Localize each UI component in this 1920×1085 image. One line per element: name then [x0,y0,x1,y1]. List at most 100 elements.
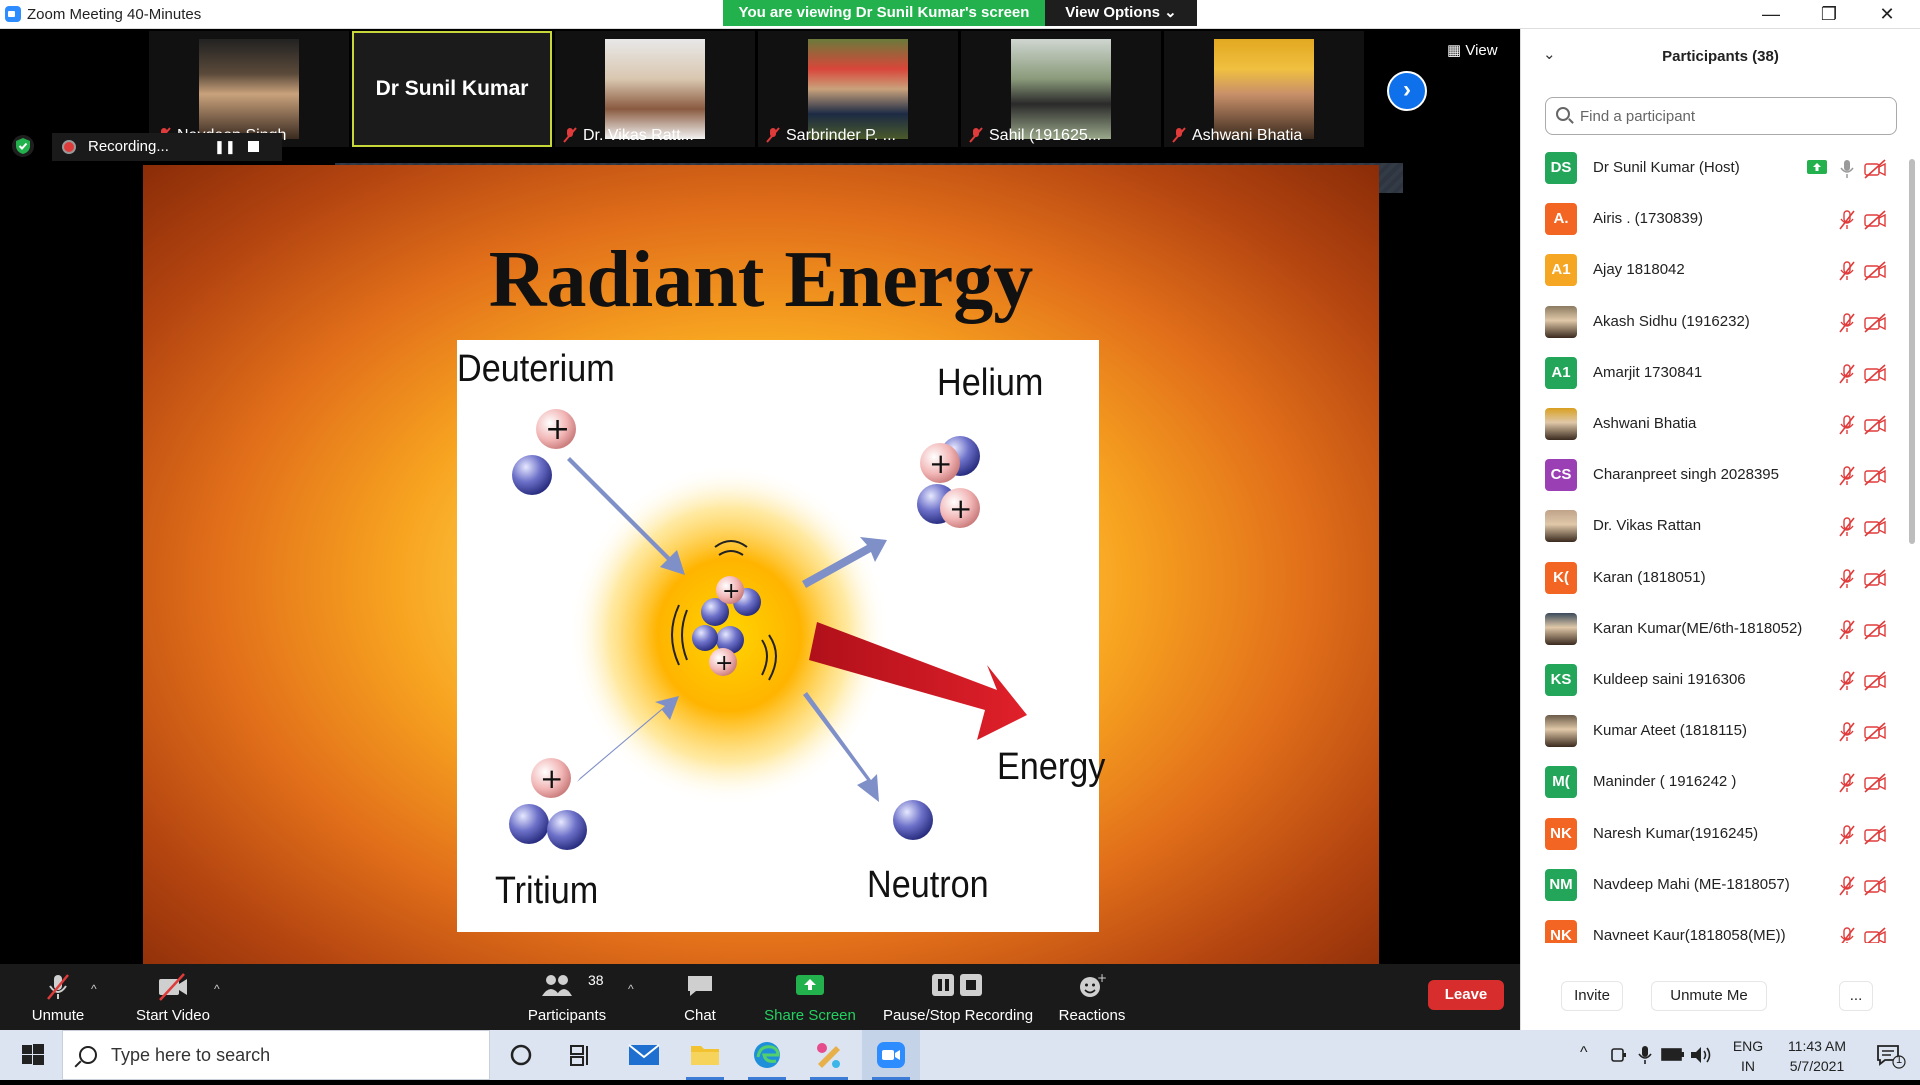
participants-options-caret-icon[interactable]: ^ [628,982,634,996]
chat-button[interactable]: Chat [670,964,730,1030]
next-page-arrow-icon[interactable]: › [1387,71,1427,111]
video-off-icon[interactable] [1863,876,1887,901]
unmute-button[interactable]: Unmute [18,964,98,1030]
participant-row[interactable]: Akash Sidhu (1916232) [1521,297,1906,348]
video-off-icon[interactable] [1863,261,1887,286]
video-off-icon[interactable] [1863,620,1887,645]
language-indicator[interactable]: ENG IN [1730,1038,1766,1074]
file-explorer-icon[interactable] [676,1030,734,1080]
participant-row[interactable]: M(Maninder ( 1916242 ) [1521,757,1906,808]
participant-row[interactable]: NK Naresh Kumar(1916245) [1521,809,1906,860]
participant-name: Dr Sunil Kumar [375,77,529,100]
video-thumbnail[interactable]: Dr. Vikas Ratt... [555,31,755,147]
muted-mic-icon[interactable] [1837,414,1857,441]
muted-mic-icon[interactable] [1837,670,1857,697]
clock[interactable]: 11:43 AM 5/7/2021 [1775,1038,1859,1074]
muted-mic-icon[interactable] [1837,772,1857,799]
participant-row[interactable]: KS Kuldeep saini 1916306 [1521,655,1906,706]
video-off-icon[interactable] [1863,312,1887,338]
task-view-icon[interactable] [550,1030,608,1080]
muted-mic-icon[interactable] [1837,926,1857,943]
close-button[interactable]: ✕ [1858,0,1916,29]
view-layout-button[interactable]: ▦ View [1447,41,1498,59]
participant-name: Ajay 1818042 [1593,261,1685,279]
participant-search-input[interactable] [1580,104,1880,128]
participant-row[interactable]: Karan Kumar(ME/6th-1818052) [1521,604,1906,655]
leave-button[interactable]: Leave [1428,980,1504,1010]
cortana-icon[interactable] [492,1030,550,1080]
view-options-button[interactable]: View Options ⌄ [1045,0,1197,26]
unmute-label: Unmute [31,1007,85,1024]
video-options-caret-icon[interactable]: ^ [214,982,220,996]
muted-mic-icon[interactable] [1837,209,1857,236]
share-screen-button[interactable]: Share Screen [762,964,858,1030]
microphone-icon[interactable] [1637,1044,1653,1066]
participant-search-box[interactable] [1545,97,1897,135]
mail-icon[interactable] [615,1030,673,1080]
video-off-icon[interactable] [1863,671,1887,696]
pause-stop-recording-button[interactable]: Pause/Stop Recording [880,964,1036,1030]
video-off-icon[interactable] [1863,159,1887,184]
muted-mic-icon[interactable] [1837,516,1857,543]
participant-avatar: NM [1545,868,1577,901]
muted-mic-icon[interactable] [1837,363,1857,390]
maximize-button[interactable]: ❐ [1800,0,1858,29]
muted-mic-icon[interactable] [1837,824,1857,851]
video-thumbnail[interactable]: Sahil (191625... [961,31,1161,147]
video-off-icon[interactable] [1863,466,1887,491]
minimize-button[interactable]: — [1742,0,1800,29]
video-off-icon[interactable] [1863,364,1887,389]
video-thumbnail-active-speaker[interactable]: Dr Sunil Kumar [352,31,552,147]
video-off-icon[interactable] [1863,722,1887,747]
edge-browser-icon[interactable] [738,1030,796,1080]
notification-center-icon[interactable] [1875,1043,1907,1069]
muted-mic-icon[interactable] [1837,875,1857,902]
more-options-button[interactable]: ... [1839,981,1873,1011]
stop-recording-icon[interactable] [248,141,259,152]
paint-3d-icon[interactable] [800,1030,858,1080]
participant-row[interactable]: A1 Ajay 1818042 [1521,245,1906,296]
audio-options-caret-icon[interactable]: ^ [91,982,97,996]
device-icon[interactable] [1609,1045,1629,1065]
participant-row[interactable]: Kumar Ateet (1818115) [1521,706,1906,757]
video-off-icon[interactable] [1863,517,1887,542]
speaker-icon[interactable] [1689,1045,1713,1065]
video-off-icon[interactable] [1863,210,1887,235]
pause-recording-icon[interactable]: ❚❚ [214,139,236,155]
video-thumbnail[interactable]: Navdeep Singh [149,31,349,147]
video-off-icon[interactable] [1863,824,1887,850]
taskbar-search-box[interactable]: Type here to search [62,1030,490,1080]
muted-mic-icon[interactable] [1837,568,1857,595]
invite-button[interactable]: Invite [1561,981,1623,1011]
video-off-icon[interactable] [1863,773,1887,798]
muted-mic-icon[interactable] [1837,260,1857,287]
muted-mic-icon[interactable] [1837,465,1857,492]
participant-row[interactable]: NK Navneet Kaur(1818058(ME)) [1521,911,1906,943]
reactions-button[interactable]: + Reactions [1052,964,1132,1030]
battery-icon[interactable] [1661,1046,1685,1064]
participant-row[interactable]: CS Charanpreet singh 2028395 [1521,450,1906,501]
windows-start-icon[interactable] [8,1030,58,1080]
participant-row[interactable]: A. Airis . (1730839) [1521,194,1906,245]
participant-row[interactable]: Dr. Vikas Rattan [1521,501,1906,552]
participant-row[interactable]: DS Dr Sunil Kumar (Host) [1521,143,1906,194]
muted-mic-icon[interactable] [1837,619,1857,646]
participant-row[interactable]: K(Karan (1818051) [1521,553,1906,604]
video-thumbnail[interactable]: Ashwani Bhatia [1164,31,1364,147]
start-video-button[interactable]: Start Video [128,964,218,1030]
microphone-icon[interactable] [1837,158,1857,185]
video-off-icon[interactable] [1863,568,1887,594]
chevron-up-icon[interactable]: ^ [1580,1044,1588,1062]
participant-row[interactable]: A1 Amarjit 1730841 [1521,348,1906,399]
participant-row[interactable]: Ashwani Bhatia [1521,399,1906,450]
video-thumbnail[interactable]: Sarbrinder P. ... [758,31,958,147]
scrollbar-thumb[interactable] [1909,159,1915,544]
unmute-me-button[interactable]: Unmute Me [1651,981,1767,1011]
muted-mic-icon[interactable] [1837,721,1857,748]
zoom-taskbar-icon[interactable] [862,1030,920,1080]
video-off-icon[interactable] [1863,927,1887,943]
participants-button[interactable]: 38 Participants [522,964,612,1030]
video-off-icon[interactable] [1863,415,1887,440]
participant-row[interactable]: NM Navdeep Mahi (ME-1818057) [1521,860,1906,911]
muted-mic-icon[interactable] [1837,312,1857,339]
